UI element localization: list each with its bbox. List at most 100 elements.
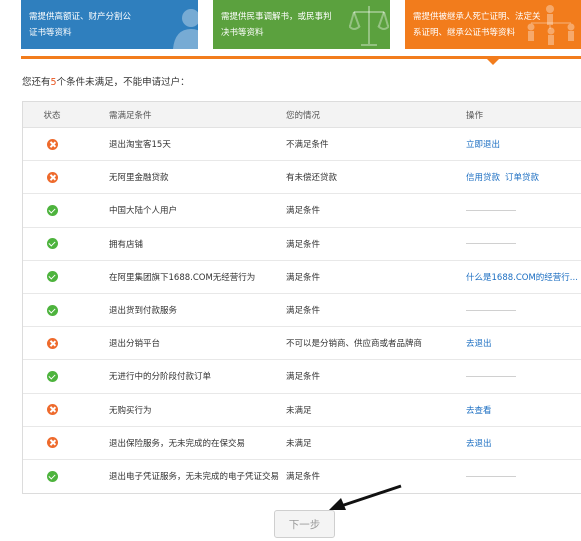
table-row: 在阿里集团旗下1688.COM无经营行为 满足条件 什么是1688.COM的经营行.… <box>23 261 581 294</box>
card-inheritance-text: 需提供被继承人死亡证明、法定关 系证明、继承公证书等资料 <box>413 12 541 38</box>
header-action: 操作 <box>466 110 484 121</box>
situation-cell: 未满足 <box>286 438 312 449</box>
situation-cell: 有未偿还贷款 <box>286 173 338 184</box>
condition-cell: 中国大陆个人用户 <box>109 206 178 217</box>
table-row: 无进行中的分阶段付款订单 满足条件 <box>23 360 581 394</box>
no-action-dash <box>466 209 516 211</box>
status-cell <box>23 128 81 160</box>
notice-after: 个条件未满足，不能申请过户： <box>56 77 190 88</box>
action-cell: 信用贷款 订单贷款 <box>466 161 581 193</box>
condition-cell: 无购买行为 <box>109 405 152 416</box>
no-action-dash <box>466 243 516 245</box>
action-cell <box>466 360 581 392</box>
condition-cell: 无阿里金融贷款 <box>109 173 169 184</box>
error-circle-icon <box>46 138 58 150</box>
condition-cell: 无进行中的分阶段付款订单 <box>109 372 212 383</box>
status-cell <box>23 161 81 193</box>
conditions-table: 状态 需满足条件 您的情况 操作 退出淘宝客15天 不满足条件 立即退出无阿里金融贷… <box>22 101 581 495</box>
next-step-button[interactable]: 下一步 <box>274 510 335 538</box>
action-cell <box>466 460 581 493</box>
status-cell <box>23 427 81 459</box>
error-circle-icon <box>46 404 58 416</box>
status-cell <box>23 194 81 226</box>
check-circle-icon <box>46 370 58 382</box>
action-cell: 立即退出 <box>466 128 581 160</box>
status-cell <box>23 261 81 293</box>
condition-cell: 退出保险服务，无未完成的在保交易 <box>109 438 246 449</box>
check-circle-icon <box>46 238 58 250</box>
action-cell <box>466 228 581 260</box>
condition-cell: 退出电子凭证服务，无未完成的电子凭证交易 <box>109 472 280 483</box>
card-inheritance[interactable]: 需提供被继承人死亡证明、法定关 系证明、继承公证书等资料 <box>405 0 581 49</box>
table-row: 退出分销平台 不可以是分销商、供应商或者品牌商 去退出 <box>23 327 581 361</box>
no-action-dash <box>466 309 516 311</box>
arrow-pointer-icon <box>329 484 402 510</box>
table-header: 状态 需满足条件 您的情况 操作 <box>23 102 581 128</box>
condition-cell: 退出分销平台 <box>109 339 161 350</box>
table-row: 退出保险服务，无未完成的在保交易 未满足 去退出 <box>23 427 581 460</box>
situation-cell: 满足条件 <box>286 272 321 283</box>
table-body: 退出淘宝客15天 不满足条件 立即退出 无阿里金融贷款 有未偿还贷款 信用贷款 订单贷款 中国… <box>23 128 581 493</box>
condition-cell: 拥有店铺 <box>109 239 144 250</box>
action-link[interactable]: 去退出 <box>466 337 492 349</box>
person-icon <box>173 9 198 49</box>
situation-cell: 满足条件 <box>286 206 321 217</box>
error-circle-icon <box>46 171 58 183</box>
status-cell <box>23 460 81 493</box>
action-link[interactable]: 信用贷款 <box>466 171 500 183</box>
situation-cell: 满足条件 <box>286 372 321 383</box>
status-cell <box>23 327 81 359</box>
condition-cell: 退出货到付款服务 <box>109 306 178 317</box>
header-condition: 需满足条件 <box>109 110 152 121</box>
error-circle-icon <box>46 337 58 349</box>
condition-cell: 在阿里集团旗下1688.COM无经营行为 <box>109 272 256 283</box>
situation-cell: 满足条件 <box>286 239 321 250</box>
table-row: 退出淘宝客15天 不满足条件 立即退出 <box>23 128 581 162</box>
action-link[interactable]: 什么是1688.COM的经营行... <box>466 271 578 283</box>
action-cell <box>466 194 581 226</box>
table-row: 退出电子凭证服务，无未完成的电子凭证交易 满足条件 <box>23 460 581 493</box>
table-row: 无购买行为 未满足 去查看 <box>23 394 581 427</box>
card-divorce-text: 需提供高额证、财产分割公 证书等资料 <box>29 12 132 38</box>
scales-icon <box>349 6 389 46</box>
card-judgment-text: 需提供民事调解书，或民事判 决书等资料 <box>221 12 332 38</box>
unmet-conditions-notice: 您还有5个条件未满足，不能申请过户： <box>22 74 190 88</box>
table-row: 无阿里金融贷款 有未偿还贷款 信用贷款 订单贷款 <box>23 161 581 195</box>
notice-before: 您还有 <box>22 77 51 88</box>
card-judgment[interactable]: 需提供民事调解书，或民事判 决书等资料 <box>213 0 390 49</box>
action-cell: 去退出 <box>466 427 581 459</box>
status-cell <box>23 394 81 426</box>
situation-cell: 满足条件 <box>286 306 321 317</box>
check-circle-icon <box>46 304 58 316</box>
card-divorce[interactable]: 需提供高额证、财产分割公 证书等资料 <box>21 0 198 49</box>
check-circle-icon <box>46 271 58 283</box>
check-circle-icon <box>46 470 58 482</box>
selected-tab-arrow <box>486 58 500 65</box>
status-cell <box>23 360 81 392</box>
action-link[interactable]: 立即退出 <box>466 138 500 150</box>
status-cell <box>23 294 81 326</box>
action-cell: 去查看 <box>466 394 581 426</box>
table-row: 退出货到付款服务 满足条件 <box>23 294 581 328</box>
situation-cell: 不满足条件 <box>286 140 329 151</box>
situation-cell: 未满足 <box>286 405 312 416</box>
family-icon <box>527 5 575 45</box>
status-cell <box>23 228 81 260</box>
table-row: 中国大陆个人用户 满足条件 <box>23 194 581 228</box>
error-circle-icon <box>46 437 58 449</box>
table-row: 拥有店铺 满足条件 <box>23 228 581 261</box>
header-status: 状态 <box>43 110 61 121</box>
transfer-type-cards: 需提供高额证、财产分割公 证书等资料 需提供民事调解书，或民事判 决书等资料 需… <box>0 0 581 50</box>
condition-cell: 退出淘宝客15天 <box>109 140 171 151</box>
action-cell <box>466 294 581 326</box>
header-situation: 您的情况 <box>286 110 321 121</box>
no-action-dash <box>466 375 516 377</box>
action-link[interactable]: 去查看 <box>466 404 492 416</box>
no-action-dash <box>466 475 516 477</box>
check-circle-icon <box>46 204 58 216</box>
situation-cell: 不可以是分销商、供应商或者品牌商 <box>286 339 423 350</box>
action-cell: 什么是1688.COM的经营行... <box>466 261 581 293</box>
action-link[interactable]: 订单贷款 <box>505 171 539 183</box>
action-link[interactable]: 去退出 <box>466 437 492 449</box>
action-cell: 去退出 <box>466 327 581 359</box>
